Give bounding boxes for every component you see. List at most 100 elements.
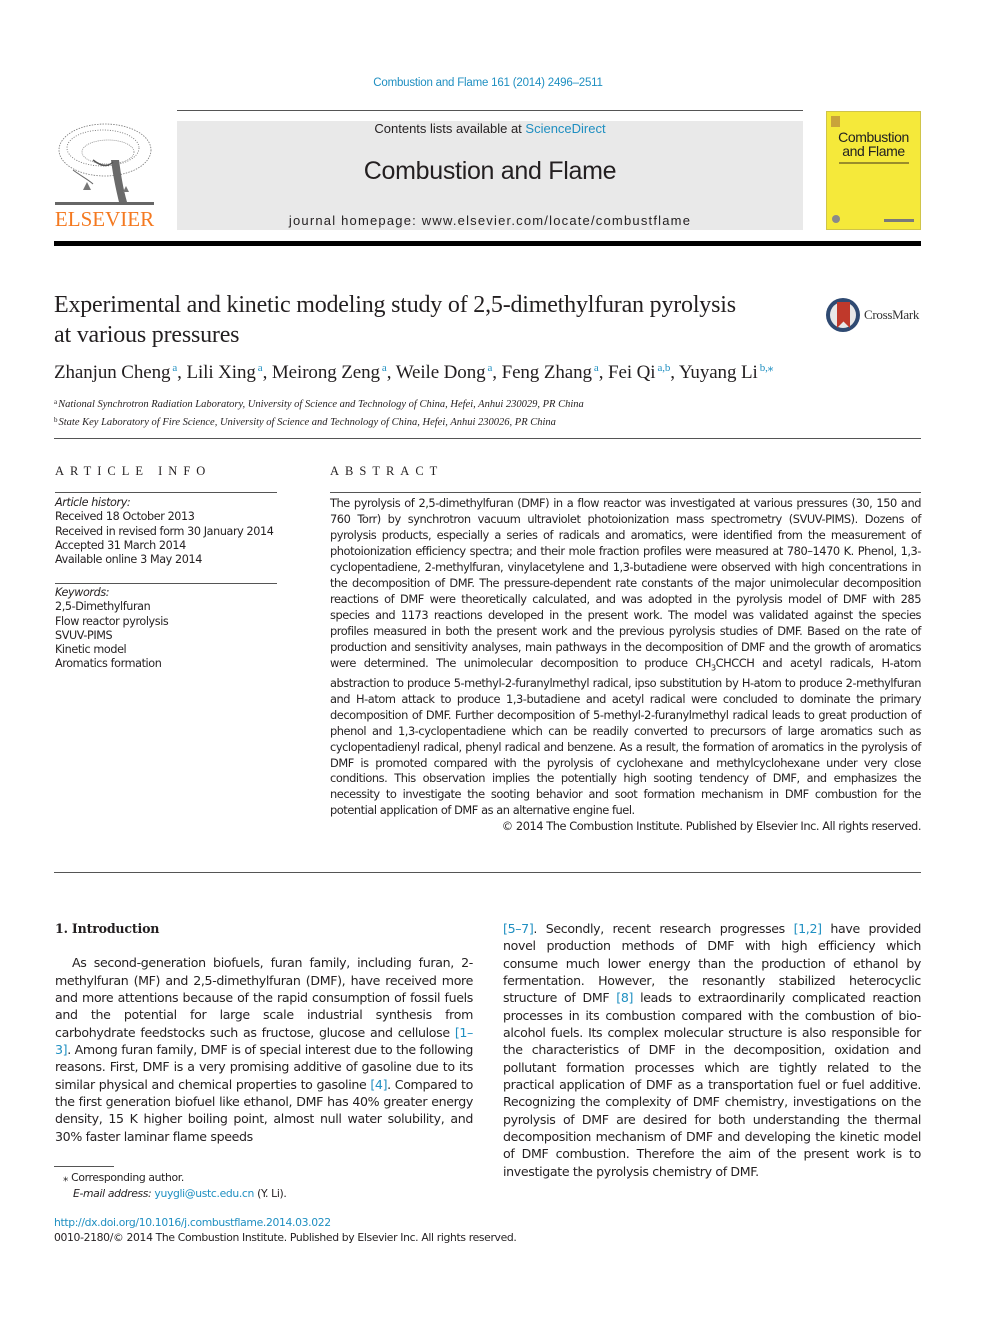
keyword: Aromatics formation <box>55 657 162 671</box>
text: As second-generation biofuels, furan fam… <box>55 955 473 1040</box>
author[interactable]: Fei Qi a,b <box>608 362 670 383</box>
cover-title-line2: and Flame <box>842 143 905 159</box>
affiliation-text: National Synchrotron Radiation Laborator… <box>58 399 584 410</box>
keywords-label: Keywords: <box>55 586 110 599</box>
citation-link[interactable]: [1,2] <box>794 921 822 936</box>
author[interactable]: Feng Zhang a <box>502 362 599 383</box>
affiliation: bState Key Laboratory of Fire Science, U… <box>54 413 854 431</box>
author-affiliation-mark[interactable]: a,b <box>657 362 670 374</box>
divider <box>54 438 921 439</box>
article-info-heading: ARTICLE INFO <box>55 464 212 478</box>
keywords: Keywords: 2,5-Dimethylfuran Flow reactor… <box>55 586 285 672</box>
citation-link[interactable]: [8] <box>616 990 633 1005</box>
author[interactable]: Yuyang Li b,⁎ <box>679 362 773 383</box>
affiliation-text: State Key Laboratory of Fire Science, Un… <box>58 416 556 428</box>
header-rule <box>177 110 803 111</box>
body-column-left: 1. Introduction As second-generation bio… <box>55 920 473 1145</box>
author-name: Fei Qi <box>608 362 656 383</box>
body-column-right: [5–7]. Secondly, recent research progres… <box>503 920 921 1180</box>
author-separator: , <box>670 362 679 383</box>
abstract-text-part: CHCCH and acetyl radicals, H-atom abstra… <box>330 655 921 818</box>
email-label: E-mail address: <box>73 1187 155 1200</box>
author[interactable]: Lili Xing a <box>186 362 262 383</box>
article-history: Article history: Received 18 October 201… <box>55 496 285 567</box>
author-name: Feng Zhang <box>501 362 592 383</box>
abstract-copyright: © 2014 The Combustion Institute. Publish… <box>501 819 922 834</box>
history-item: Accepted 31 March 2014 <box>55 538 186 552</box>
author-separator: , <box>492 362 502 383</box>
divider <box>54 872 921 873</box>
affiliation-mark: b <box>54 415 58 424</box>
divider <box>55 583 277 584</box>
contents-line: Contents lists available at ScienceDirec… <box>177 121 803 136</box>
text: leads to extraordinarily complicated rea… <box>503 990 921 1179</box>
homepage-link[interactable]: www.elsevier.com/locate/combustflame <box>422 213 691 228</box>
cover-title-line1: Combustion <box>838 129 909 145</box>
affiliations: aNational Synchrotron Radiation Laborato… <box>54 395 854 430</box>
email-note: E-mail address: yuygli@ustc.edu.cn (Y. L… <box>63 1186 483 1202</box>
footnote-rule <box>54 1166 114 1167</box>
keyword: SVUV-PIMS <box>55 628 113 642</box>
cover-subtitle-bar <box>839 162 909 164</box>
author-separator: , <box>386 362 396 383</box>
keyword: Flow reactor pyrolysis <box>55 614 169 628</box>
journal-name: Combustion and Flame <box>363 157 617 185</box>
title-line-2: at various pressures <box>54 322 240 348</box>
divider <box>330 492 921 493</box>
cover-publisher-line <box>884 219 914 222</box>
divider <box>55 492 277 493</box>
keyword: 2,5-Dimethylfuran <box>55 600 151 614</box>
affiliation-mark: a <box>54 398 58 406</box>
author-name: Zhanjun Cheng <box>54 362 171 383</box>
author-name: Lili Xing <box>186 362 256 383</box>
author[interactable]: Meirong Zeng a <box>272 362 387 383</box>
footnote-text: Corresponding author. <box>71 1171 184 1184</box>
cover-publisher-badge-icon <box>831 116 840 127</box>
cover-title: Combustion and Flame <box>827 130 920 158</box>
text: . Secondly, recent research progresses <box>533 921 794 936</box>
history-item: Available online 3 May 2014 <box>55 553 202 567</box>
elsevier-wordmark: ELSEVIER <box>54 207 155 231</box>
email-suffix: (Y. Li). <box>254 1187 287 1200</box>
journal-reference-link[interactable]: Combustion and Flame 161 (2014) 2496–251… <box>0 77 976 89</box>
journal-masthead: Contents lists available at ScienceDirec… <box>177 121 803 230</box>
elsevier-logo[interactable]: ELSEVIER <box>53 120 156 232</box>
abstract-text: The pyrolysis of 2,5-dimethylfuran (DMF)… <box>330 496 921 835</box>
title-line-1: Experimental and kinetic modeling study … <box>54 292 736 318</box>
abstract-text-part: The pyrolysis of 2,5-dimethylfuran (DMF)… <box>330 496 921 670</box>
author-name: Yuyang Li <box>678 362 758 383</box>
issn-copyright: 0010-2180/© 2014 The Combustion Institut… <box>54 1231 517 1244</box>
body-paragraph: As second-generation biofuels, furan fam… <box>55 954 473 1145</box>
section-heading: 1. Introduction <box>55 921 160 936</box>
abstract-heading: ABSTRACT <box>330 464 444 478</box>
email-link[interactable]: yuygli@ustc.edu.cn <box>154 1187 254 1200</box>
body-paragraph: [5–7]. Secondly, recent research progres… <box>503 920 921 1180</box>
sciencedirect-link[interactable]: ScienceDirect <box>525 121 605 136</box>
author-affiliation-mark[interactable]: b,⁎ <box>760 362 774 374</box>
homepage-line: journal homepage: www.elsevier.com/locat… <box>177 213 803 228</box>
citation-link[interactable]: [4] <box>370 1077 387 1092</box>
author-name: Meirong Zeng <box>271 362 380 383</box>
article-title: Experimental and kinetic modeling study … <box>54 290 814 350</box>
author-separator: , <box>598 362 609 383</box>
author-list: Zhanjun Cheng a, Lili Xing a, Meirong Zeng… <box>54 361 934 384</box>
author-name: Weile Dong <box>395 362 486 383</box>
journal-cover-thumbnail[interactable]: Combustion and Flame <box>826 111 921 230</box>
history-item: Received in revised form 30 January 2014 <box>55 524 274 538</box>
crossmark-label: CrossMark <box>864 307 920 322</box>
footnote-mark: ⁎ <box>63 1171 69 1184</box>
elsevier-tree-icon <box>55 123 154 205</box>
footnotes: ⁎ Corresponding author. E-mail address: … <box>63 1170 483 1202</box>
article-history-label: Article history: <box>55 496 131 509</box>
author-separator: , <box>262 362 272 383</box>
crossmark-button[interactable]: CrossMark <box>826 298 926 334</box>
affiliation: aNational Synchrotron Radiation Laborato… <box>54 395 854 413</box>
homepage-prefix: journal homepage: <box>288 213 422 228</box>
citation-link[interactable]: [5–7] <box>503 921 534 936</box>
contents-prefix: Contents lists available at <box>374 121 526 136</box>
author[interactable]: Weile Dong a <box>396 362 493 383</box>
cover-seal-icon <box>832 215 840 223</box>
header-thick-rule <box>54 241 921 246</box>
author[interactable]: Zhanjun Cheng a <box>54 362 177 383</box>
doi-link[interactable]: http://dx.doi.org/10.1016/j.combustflame… <box>54 1216 331 1229</box>
